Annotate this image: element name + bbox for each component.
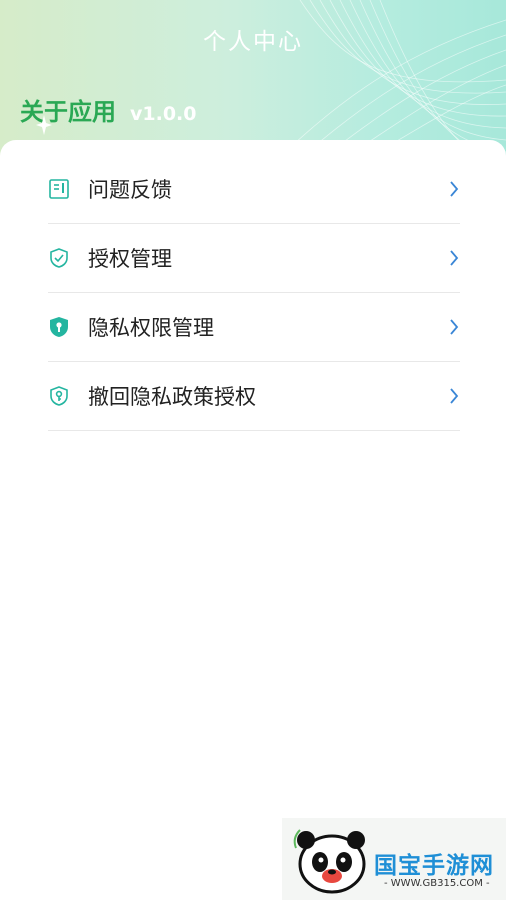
chevron-right-icon — [450, 181, 459, 197]
site-watermark: 国宝手游网 - WWW.GB315.COM - — [282, 818, 506, 900]
chevron-right-icon — [450, 319, 459, 335]
panda-logo-icon — [293, 829, 366, 894]
shield-key-icon — [48, 385, 70, 407]
watermark-url: - WWW.GB315.COM - — [384, 878, 490, 889]
app-version: v1.0.0 — [130, 103, 197, 125]
settings-menu: 问题反馈 授权管理 隐私权限管理 撤回隐私政策授权 — [48, 155, 460, 431]
shield-check-icon — [48, 247, 70, 269]
chevron-right-icon — [450, 388, 459, 404]
chevron-right-icon — [450, 250, 459, 266]
shield-lock-icon — [48, 316, 70, 338]
watermark-brand: 国宝手游网 — [374, 853, 494, 879]
about-app-title: 关于应用 — [20, 98, 116, 126]
menu-item-label: 隐私权限管理 — [88, 316, 214, 340]
menu-item-privacy-permissions[interactable]: 隐私权限管理 — [48, 293, 460, 362]
feedback-document-icon — [48, 178, 70, 200]
menu-item-label: 撤回隐私政策授权 — [88, 385, 256, 409]
menu-item-feedback[interactable]: 问题反馈 — [48, 155, 460, 224]
menu-item-authorization[interactable]: 授权管理 — [48, 224, 460, 293]
menu-item-label: 问题反馈 — [88, 178, 172, 202]
page-title: 个人中心 — [203, 29, 303, 55]
menu-item-revoke-privacy-consent[interactable]: 撤回隐私政策授权 — [48, 362, 460, 431]
menu-item-label: 授权管理 — [88, 247, 172, 271]
sparkle-icon — [36, 115, 52, 135]
